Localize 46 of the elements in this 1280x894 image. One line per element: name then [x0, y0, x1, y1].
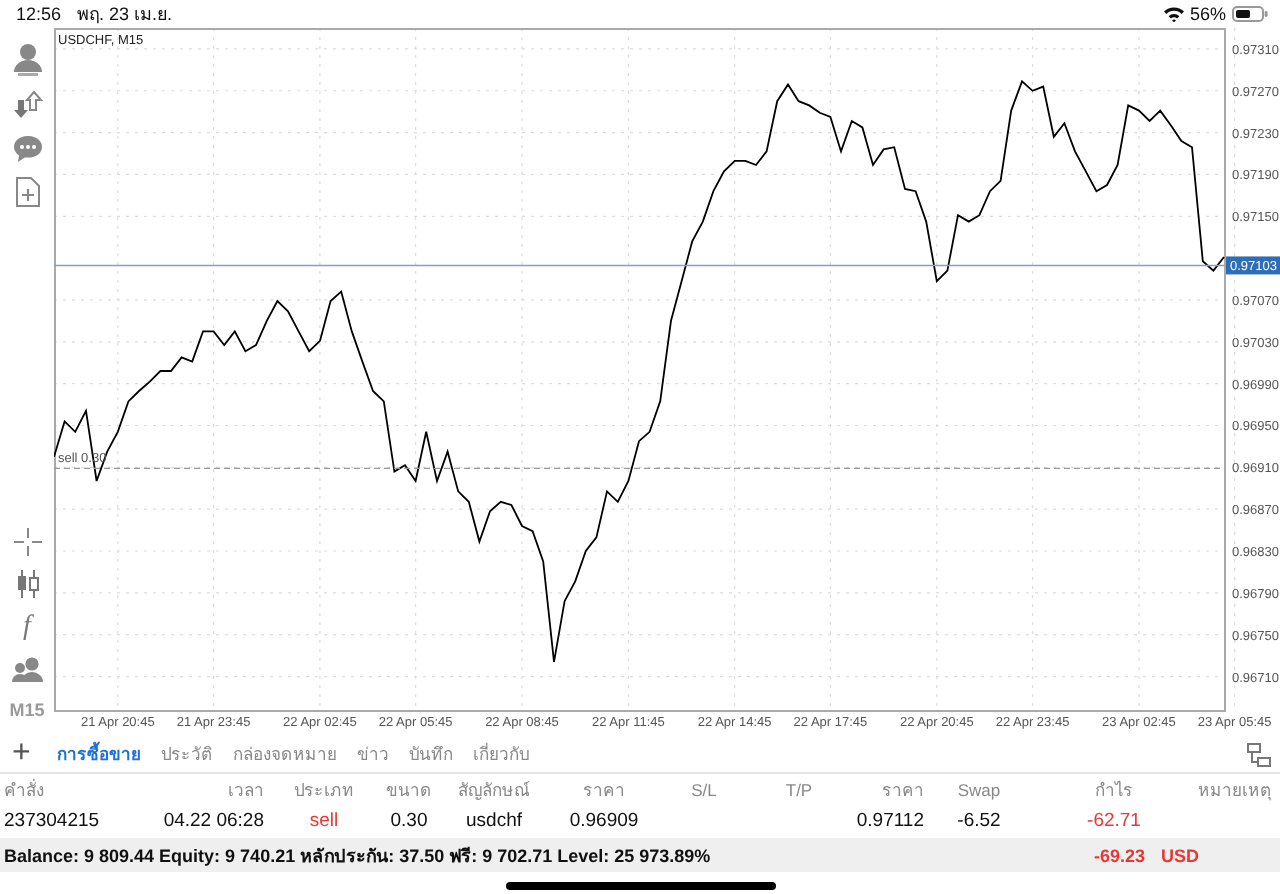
table-cell: 04.22 06:28 — [163, 810, 264, 832]
layout-icon[interactable] — [1246, 741, 1272, 767]
account-icon[interactable] — [11, 42, 43, 78]
column-header: S/L — [691, 779, 717, 799]
chat-icon[interactable] — [11, 134, 43, 164]
new-document-icon[interactable] — [13, 176, 41, 208]
indicator-button[interactable]: f — [23, 612, 31, 644]
people-icon[interactable] — [11, 656, 43, 686]
table-cell: 237304215 — [4, 810, 100, 832]
battery-percent: 56% — [1189, 4, 1226, 24]
status-date: พฤ. 23 เม.ย. — [77, 2, 173, 28]
add-button[interactable]: + — [12, 738, 47, 770]
table-cell: usdchf — [466, 810, 522, 832]
candlestick-icon[interactable] — [13, 568, 41, 600]
tab[interactable]: การซื้อขาย — [46, 740, 151, 768]
total-profit: -69.23 — [1094, 845, 1146, 865]
tab[interactable]: เกี่ยวกับ — [462, 740, 539, 768]
column-header: กำไร — [1095, 779, 1133, 799]
column-header: หมายเหตุ — [1198, 779, 1272, 799]
tab[interactable]: กล่องจดหมาย — [222, 740, 347, 768]
column-header: ประเภท — [294, 779, 354, 799]
column-header: ขนาด — [386, 779, 432, 799]
table-cell: sell — [309, 810, 339, 832]
timeframe-label[interactable]: M15 — [9, 700, 45, 720]
table-cell: 0.97112 — [856, 810, 924, 832]
status-time: 12:56 — [16, 4, 62, 24]
column-header: ราคา — [882, 779, 924, 799]
currency-label: USD — [1161, 845, 1200, 865]
tab[interactable]: ข่าว — [346, 740, 399, 768]
table-cell: 0.96909 — [569, 810, 639, 832]
trade-arrows-icon[interactable] — [11, 90, 43, 122]
column-header: เวลา — [228, 779, 264, 799]
tab[interactable]: บันทึก — [398, 740, 463, 768]
column-header: T/P — [785, 779, 813, 799]
column-header: ราคา — [583, 779, 625, 799]
column-header: สัญลักษณ์ — [458, 779, 530, 799]
table-cell: -6.52 — [957, 810, 1001, 832]
column-header: Swap — [957, 779, 1001, 799]
tab[interactable]: ประวัติ — [150, 740, 223, 768]
crosshair-icon[interactable] — [13, 528, 41, 556]
table-cell: 0.30 — [390, 810, 428, 832]
account-summary: Balance: 9 809.44 Equity: 9 740.21 หลักประกัน: 37.50 ฟรี: 9 702.71 Level: 25 973.89% — [4, 845, 711, 865]
wifi-icon — [1163, 6, 1184, 22]
column-header: คำสั่ง — [4, 779, 44, 799]
table-cell: -62.71 — [1087, 810, 1141, 832]
battery-icon — [1232, 6, 1268, 22]
